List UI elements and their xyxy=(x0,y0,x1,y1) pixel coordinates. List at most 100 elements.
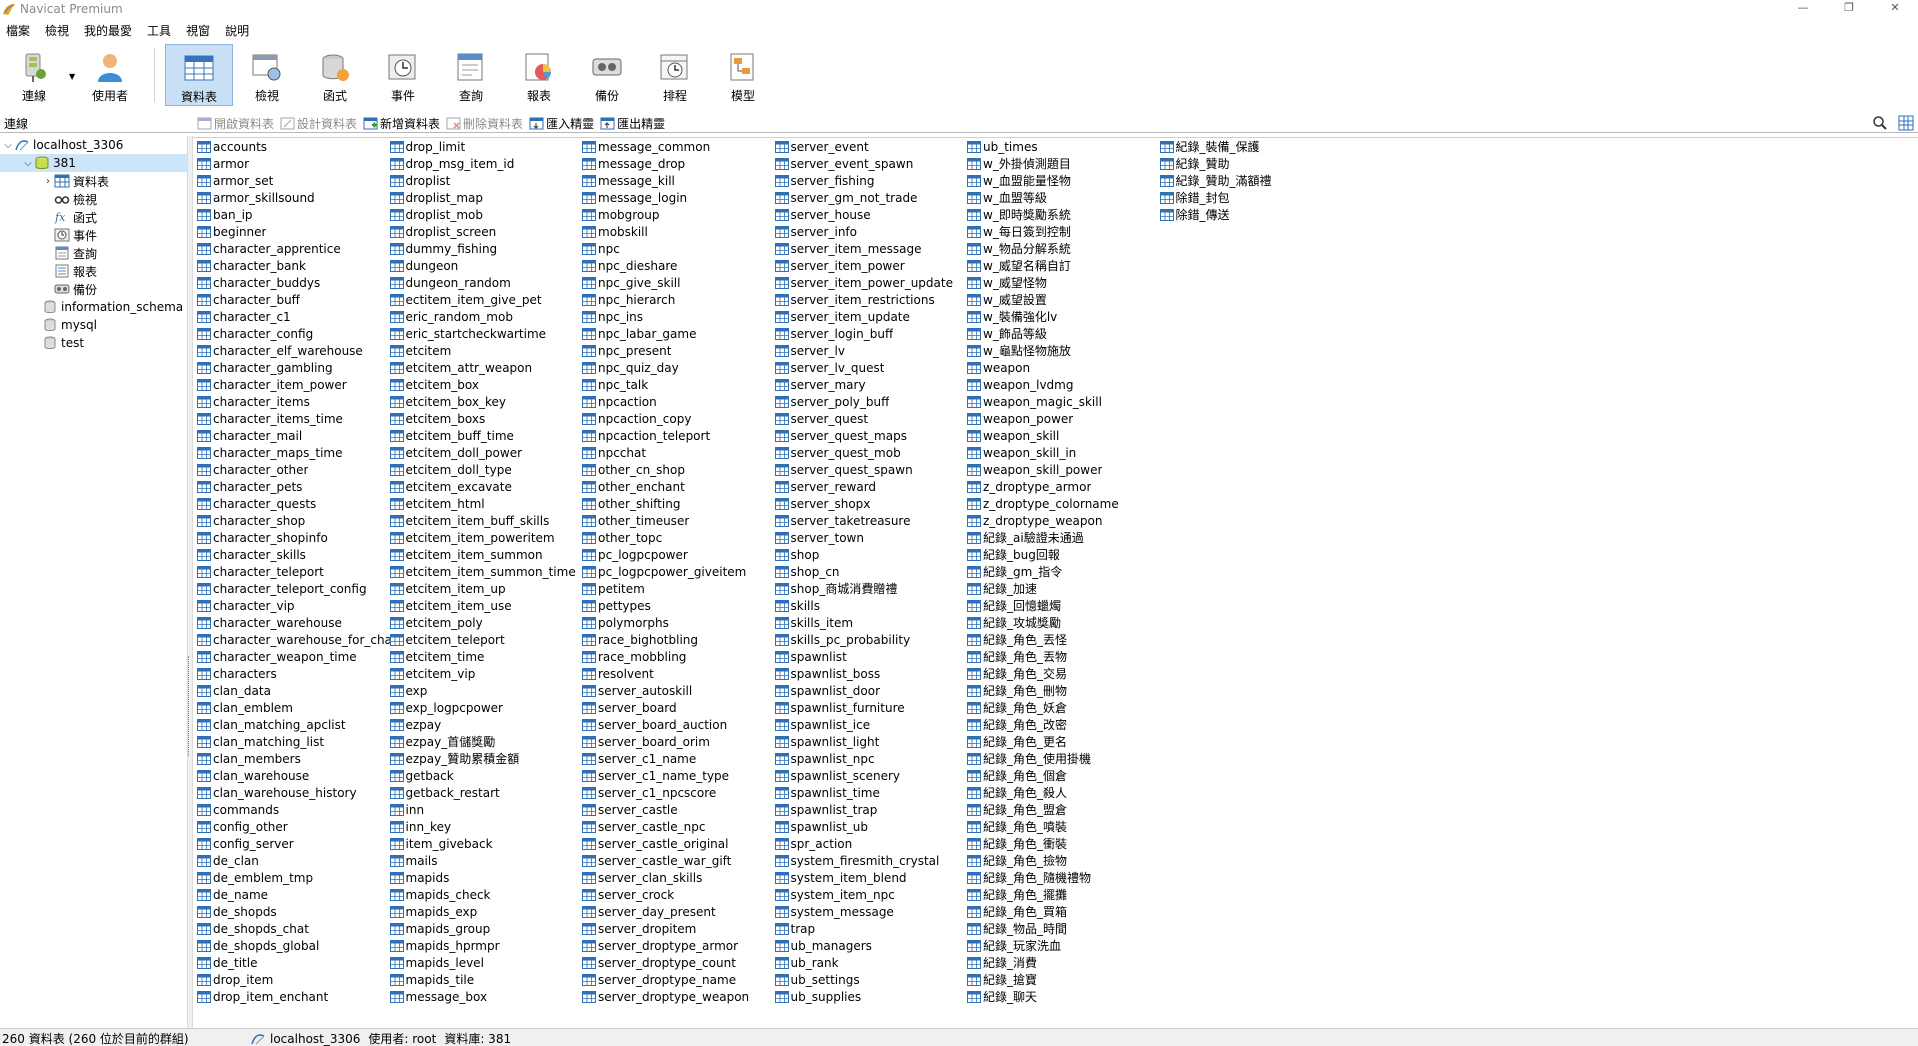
table-list-item[interactable]: npc_present xyxy=(582,342,775,359)
table-list-item[interactable]: w_飾品等級 xyxy=(967,325,1160,342)
table-list-item[interactable]: de_title xyxy=(197,954,390,971)
table-list-item[interactable]: de_clan xyxy=(197,852,390,869)
table-list-item[interactable]: character_teleport_config xyxy=(197,580,390,597)
table-list-item[interactable]: droplist_mob xyxy=(389,206,583,223)
tree-database-information-schema[interactable]: information_schema xyxy=(0,298,187,316)
table-list-item[interactable]: w_即時獎勵系統 xyxy=(967,206,1160,223)
table-list-item[interactable]: etcitem_buff_time xyxy=(389,427,583,444)
table-list-item[interactable]: character_buff xyxy=(197,291,390,308)
table-list-item[interactable]: shop xyxy=(774,546,968,563)
table-list-item[interactable]: server_quest xyxy=(774,410,968,427)
table-list-item[interactable]: weapon_power xyxy=(967,410,1160,427)
table-list-item[interactable]: 紀錄_贊助_滿額禮 xyxy=(1159,172,1353,189)
table-list-item[interactable]: clan_matching_apclist xyxy=(197,716,390,733)
table-list-item[interactable]: character_shop xyxy=(197,512,390,529)
table-list-item[interactable]: 紀錄_角色_盟倉 xyxy=(967,801,1160,818)
table-list-item[interactable]: characters xyxy=(197,665,390,682)
table-list-item[interactable]: mobgroup xyxy=(582,206,775,223)
design-table-button[interactable]: 設計資料表 xyxy=(280,114,357,132)
table-list-item[interactable]: system_firesmith_crystal xyxy=(774,852,968,869)
table-list-item[interactable]: petitem xyxy=(582,580,775,597)
table-list-item[interactable]: server_droptype_name xyxy=(582,971,775,988)
table-list-item[interactable]: armor xyxy=(197,155,390,172)
table-list-item[interactable]: etcitem_doll_power xyxy=(389,444,583,461)
table-list-item[interactable]: skills_item xyxy=(774,614,968,631)
table-list-item[interactable]: other_shifting xyxy=(582,495,775,512)
table-list-item[interactable]: spawnlist_ub xyxy=(774,818,968,835)
tree-database-381[interactable]: ⌵ 381 xyxy=(0,154,187,172)
maximize-button[interactable]: ❐ xyxy=(1826,0,1872,17)
table-list-item[interactable]: server_shopx xyxy=(774,495,968,512)
table-list-item[interactable]: character_apprentice xyxy=(197,240,390,257)
table-list-item[interactable]: npc_hierarch xyxy=(582,291,775,308)
table-list-item[interactable]: spawnlist_ice xyxy=(774,716,968,733)
table-list-item[interactable]: 紀錄_角色_交易 xyxy=(967,665,1160,682)
table-list-item[interactable]: z_droptype_weapon xyxy=(967,512,1160,529)
table-list-item[interactable]: character_items_time xyxy=(197,410,390,427)
table-list-item[interactable]: other_topc xyxy=(582,529,775,546)
table-list-item[interactable]: weapon xyxy=(967,359,1160,376)
table-list-item[interactable]: npc_give_skill xyxy=(582,274,775,291)
table-list-item[interactable]: 紀錄_角色_撿物 xyxy=(967,852,1160,869)
connect-dropdown-arrow-icon[interactable]: ▼ xyxy=(69,72,75,81)
table-list-item[interactable]: character_mail xyxy=(197,427,390,444)
table-list-item[interactable]: 紀錄_攻城獎勵 xyxy=(967,614,1160,631)
table-list-item[interactable]: server_quest_spawn xyxy=(774,461,968,478)
table-list-item[interactable]: npc_labar_game xyxy=(582,325,775,342)
report-button[interactable]: 報表 xyxy=(505,44,573,106)
table-list-item[interactable]: npcaction_copy xyxy=(582,410,775,427)
table-list-item[interactable]: 紀錄_角色_殺人 xyxy=(967,784,1160,801)
table-list-item[interactable]: npcchat xyxy=(582,444,775,461)
table-list-item[interactable]: 紀錄_角色_使用掛機 xyxy=(967,750,1160,767)
table-list-item[interactable]: ezpay_首儲獎勵 xyxy=(389,733,583,750)
table-list-item[interactable]: server_item_power xyxy=(774,257,968,274)
table-list-item[interactable]: pc_logpcpower xyxy=(582,546,775,563)
table-list-item[interactable]: 紀錄_回憶蠟燭 xyxy=(967,597,1160,614)
table-list-item[interactable]: server_board xyxy=(582,699,775,716)
table-list-item[interactable]: mapids xyxy=(389,869,583,886)
table-list-item[interactable]: 除錯_傳送 xyxy=(1159,206,1353,223)
tree-node-tables[interactable]: › 資料表 xyxy=(0,172,187,190)
table-list-item[interactable]: item_giveback xyxy=(389,835,583,852)
table-list-item[interactable]: beginner xyxy=(197,223,390,240)
table-list-item[interactable]: character_shopinfo xyxy=(197,529,390,546)
table-list-item[interactable]: server_c1_name_type xyxy=(582,767,775,784)
table-list-item[interactable]: droplist xyxy=(389,172,583,189)
import-wizard-button[interactable]: 匯入精靈 xyxy=(529,114,594,132)
table-list-item[interactable]: getback_restart xyxy=(389,784,583,801)
table-list-item[interactable]: 紀錄_贊助 xyxy=(1159,155,1353,172)
table-list-item[interactable]: system_item_npc xyxy=(774,886,968,903)
table-list-item[interactable]: commands xyxy=(197,801,390,818)
table-list-item[interactable]: config_server xyxy=(197,835,390,852)
table-list-item[interactable]: server_board_auction xyxy=(582,716,775,733)
tree-node-functions[interactable]: fx 函式 xyxy=(0,208,187,226)
table-list-item[interactable]: message_box xyxy=(389,988,583,1005)
table-list-item[interactable]: spr_action xyxy=(774,835,968,852)
table-list-item[interactable]: server_item_restrictions xyxy=(774,291,968,308)
user-button[interactable]: 使用者 xyxy=(76,44,144,106)
table-list-item[interactable]: etcitem_item_use xyxy=(389,597,583,614)
table-list-item[interactable]: exp_logpcpower xyxy=(389,699,583,716)
delete-table-button[interactable]: 刪除資料表 xyxy=(446,114,523,132)
table-list-item[interactable]: w_龜點怪物施放 xyxy=(967,342,1160,359)
table-list-item[interactable]: server_c1_npcscore xyxy=(582,784,775,801)
table-list-item[interactable]: shop_商城消費贈禮 xyxy=(774,580,968,597)
table-list-item[interactable]: server_castle_original xyxy=(582,835,775,852)
table-list-item[interactable]: skills_pc_probability xyxy=(774,631,968,648)
menu-window[interactable]: 視窗 xyxy=(180,22,219,40)
table-list-item[interactable]: de_shopds_global xyxy=(197,937,390,954)
table-list-item[interactable]: w_裝備強化lv xyxy=(967,308,1160,325)
table-list-item[interactable]: polymorphs xyxy=(582,614,775,631)
table-list-item[interactable]: dungeon xyxy=(389,257,583,274)
tree-connection[interactable]: ⌵ localhost_3306 xyxy=(0,136,187,154)
tree-database-test[interactable]: test xyxy=(0,334,187,352)
table-list-item[interactable]: character_maps_time xyxy=(197,444,390,461)
new-table-button[interactable]: 新增資料表 xyxy=(363,114,440,132)
table-list-item[interactable]: ub_rank xyxy=(774,954,968,971)
table-list-item[interactable]: server_event_spawn xyxy=(774,155,968,172)
table-list-item[interactable]: z_droptype_armor xyxy=(967,478,1160,495)
collapsed-chevron-icon[interactable]: › xyxy=(42,176,54,187)
menu-view[interactable]: 檢視 xyxy=(39,22,78,40)
table-list-item[interactable]: etcitem_time xyxy=(389,648,583,665)
table-list-item[interactable]: spawnlist_scenery xyxy=(774,767,968,784)
